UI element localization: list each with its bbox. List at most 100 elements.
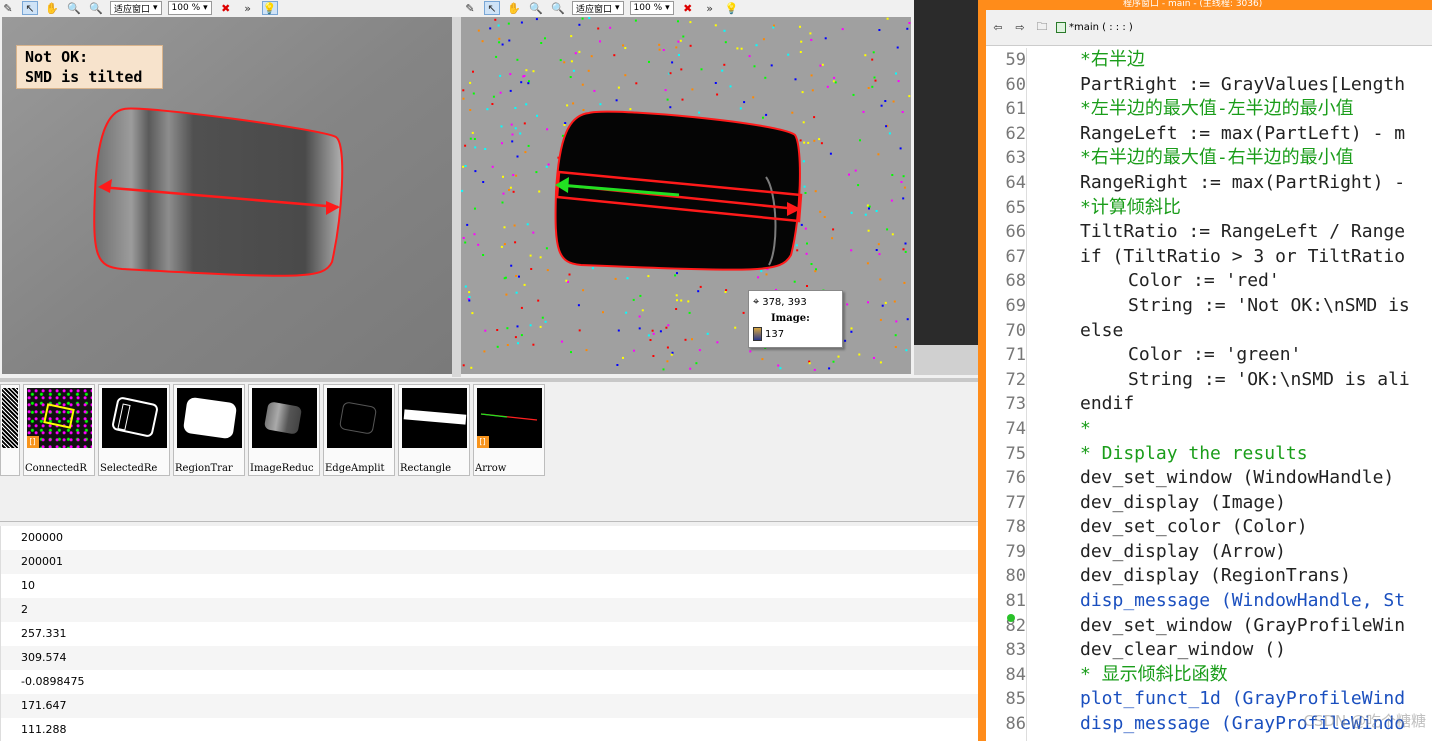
zoom-out-icon[interactable]: 🔍: [550, 1, 566, 15]
code-line[interactable]: 65 *计算倾斜比: [986, 196, 1432, 221]
arrow-right-icon[interactable]: ⇨: [1012, 21, 1028, 35]
pane-splitter[interactable]: [0, 378, 978, 382]
noise-dot: [858, 353, 861, 356]
code-text: String := 'OK:\nSMD is ali: [1128, 368, 1410, 390]
thumbnail-item[interactable]: SelectedRe: [98, 384, 170, 476]
zoom-in-icon[interactable]: 🔍: [66, 1, 82, 15]
noise-dot: [578, 23, 581, 26]
more-icon[interactable]: »: [240, 1, 256, 15]
lightbulb-icon[interactable]: 💡: [724, 1, 740, 15]
noise-dot: [806, 242, 808, 245]
code-line[interactable]: 61 *左半边的最大值-左半边的最小值: [986, 97, 1432, 122]
code-line[interactable]: 74 *: [986, 417, 1432, 442]
procedure-select[interactable]: *main ( : : : ): [1056, 22, 1133, 33]
window-fit-select[interactable]: 适应窗口 ▾: [110, 1, 162, 15]
variable-value-row[interactable]: 257.331: [0, 622, 978, 646]
code-line[interactable]: 59 *右半边: [986, 48, 1432, 73]
noise-dot: [687, 300, 690, 303]
pointer-icon[interactable]: ↖: [484, 1, 500, 15]
variable-value-row[interactable]: 309.574: [0, 646, 978, 670]
noise-dot: [477, 243, 480, 246]
noise-dot: [497, 24, 500, 27]
window-fit-select[interactable]: 适应窗口 ▾: [572, 1, 624, 15]
thumbnail-item[interactable]: [] Arrow: [473, 384, 545, 476]
code-line[interactable]: 60 PartRight := GrayValues[Length: [986, 73, 1432, 98]
zoom-select[interactable]: 100 % ▾: [167, 1, 212, 15]
code-line[interactable]: 83 dev_clear_window (): [986, 638, 1432, 663]
noise-dot: [523, 75, 526, 77]
variable-value-row[interactable]: 200001: [0, 550, 978, 574]
code-line[interactable]: 69 String := 'Not OK:\nSMD is: [986, 294, 1432, 319]
code-line[interactable]: 67 if (TiltRatio > 3 or TiltRatio: [986, 245, 1432, 270]
code-line[interactable]: 75 * Display the results: [986, 442, 1432, 467]
code-line[interactable]: 82 dev_set_window (GrayProfileWin: [986, 614, 1432, 639]
zoom-out-icon[interactable]: 🔍: [88, 1, 104, 15]
code-line[interactable]: 85 plot_funct_1d (GrayProfileWind: [986, 687, 1432, 712]
clear-icon[interactable]: ✖: [680, 1, 696, 15]
noise-dot: [484, 329, 487, 332]
code-line[interactable]: 79 dev_display (Arrow): [986, 540, 1432, 565]
zoom-select[interactable]: 100 % ▾: [629, 1, 674, 15]
code-line[interactable]: 73 endif: [986, 392, 1432, 417]
folder-icon[interactable]: 🗀: [1034, 20, 1050, 35]
code-line[interactable]: 62 RangeLeft := max(PartLeft) - m: [986, 122, 1432, 147]
noise-dot: [903, 186, 906, 189]
hand-icon[interactable]: ✋: [44, 1, 60, 15]
zoom-in-icon[interactable]: 🔍: [528, 1, 544, 15]
pencil-icon[interactable]: ✎: [0, 1, 16, 15]
noise-dot: [525, 103, 528, 106]
variable-value-row[interactable]: 2: [0, 598, 978, 622]
code-line[interactable]: 71 Color := 'green': [986, 343, 1432, 368]
arrow-left-icon[interactable]: ⇦: [990, 21, 1006, 35]
code-line[interactable]: 78 dev_set_color (Color): [986, 515, 1432, 540]
graphics-window-left[interactable]: Not OK: SMD is tilted: [2, 17, 452, 374]
noise-dot: [512, 174, 515, 176]
variable-value-row[interactable]: 10: [0, 574, 978, 598]
code-line[interactable]: 80 dev_display (RegionTrans): [986, 564, 1432, 589]
code-text: dev_clear_window (): [1080, 639, 1286, 661]
code-line[interactable]: 70 else: [986, 319, 1432, 344]
noise-dot: [564, 122, 567, 125]
pointer-icon[interactable]: ↖: [22, 1, 38, 15]
pencil-icon[interactable]: ✎: [462, 1, 478, 15]
thumbnail-item[interactable]: RegionTrar: [173, 384, 245, 476]
thumbnail-item[interactable]: [] ConnectedR: [23, 384, 95, 476]
noise-dot: [532, 70, 535, 73]
code-line[interactable]: 66 TiltRatio := RangeLeft / Range: [986, 220, 1432, 245]
code-line[interactable]: 76 dev_set_window (WindowHandle): [986, 466, 1432, 491]
code-line[interactable]: 63 *右半边的最大值-右半边的最小值: [986, 146, 1432, 171]
noise-dot: [902, 197, 905, 200]
program-editor[interactable]: ⇦ ⇨ 🗀 *main ( : : : ) 59 *右半边 60 PartRight …: [983, 10, 1432, 741]
pane-splitter[interactable]: [0, 506, 978, 522]
thumbnail-item[interactable]: ImageReduc: [248, 384, 320, 476]
variable-value-row[interactable]: -0.0898475: [0, 670, 978, 694]
graphics-window-right[interactable]: ⌖ 378, 393 Image: 137: [461, 17, 911, 374]
code-line[interactable]: 84 * 显示倾斜比函数: [986, 663, 1432, 688]
noise-dot: [527, 144, 530, 147]
noise-dot: [539, 256, 542, 259]
code-line[interactable]: 68 Color := 'red': [986, 269, 1432, 294]
variable-value-row[interactable]: 111.288: [0, 718, 978, 741]
pixel-coords: 378, 393: [762, 296, 807, 308]
variable-value-row[interactable]: 171.647: [0, 694, 978, 718]
noise-dot: [698, 349, 701, 352]
noise-dot: [508, 39, 511, 42]
hand-icon[interactable]: ✋: [506, 1, 522, 15]
clear-icon[interactable]: ✖: [218, 1, 234, 15]
noise-dot: [651, 329, 654, 332]
code-line[interactable]: 72 String := 'OK:\nSMD is ali: [986, 368, 1432, 393]
code-line[interactable]: 77 dev_display (Image): [986, 491, 1432, 516]
thumbnail-item[interactable]: EdgeAmplit: [323, 384, 395, 476]
procedure-name: *main ( : : : ): [1069, 22, 1133, 33]
code-line[interactable]: 81 disp_message (WindowHandle, St: [986, 589, 1432, 614]
more-icon[interactable]: »: [702, 1, 718, 15]
code-line[interactable]: 64 RangeRight := max(PartRight) -: [986, 171, 1432, 196]
noise-dot: [523, 283, 526, 286]
noise-dot: [752, 96, 755, 99]
lightbulb-icon[interactable]: 💡: [261, 1, 278, 15]
thumbnail-item[interactable]: Rectangle: [398, 384, 470, 476]
thumbnail-item[interactable]: [0, 384, 20, 476]
variable-value-row[interactable]: 200000: [0, 526, 978, 550]
thumbnail-label: EdgeAmplit: [325, 463, 385, 474]
window-splitter[interactable]: [452, 17, 461, 377]
